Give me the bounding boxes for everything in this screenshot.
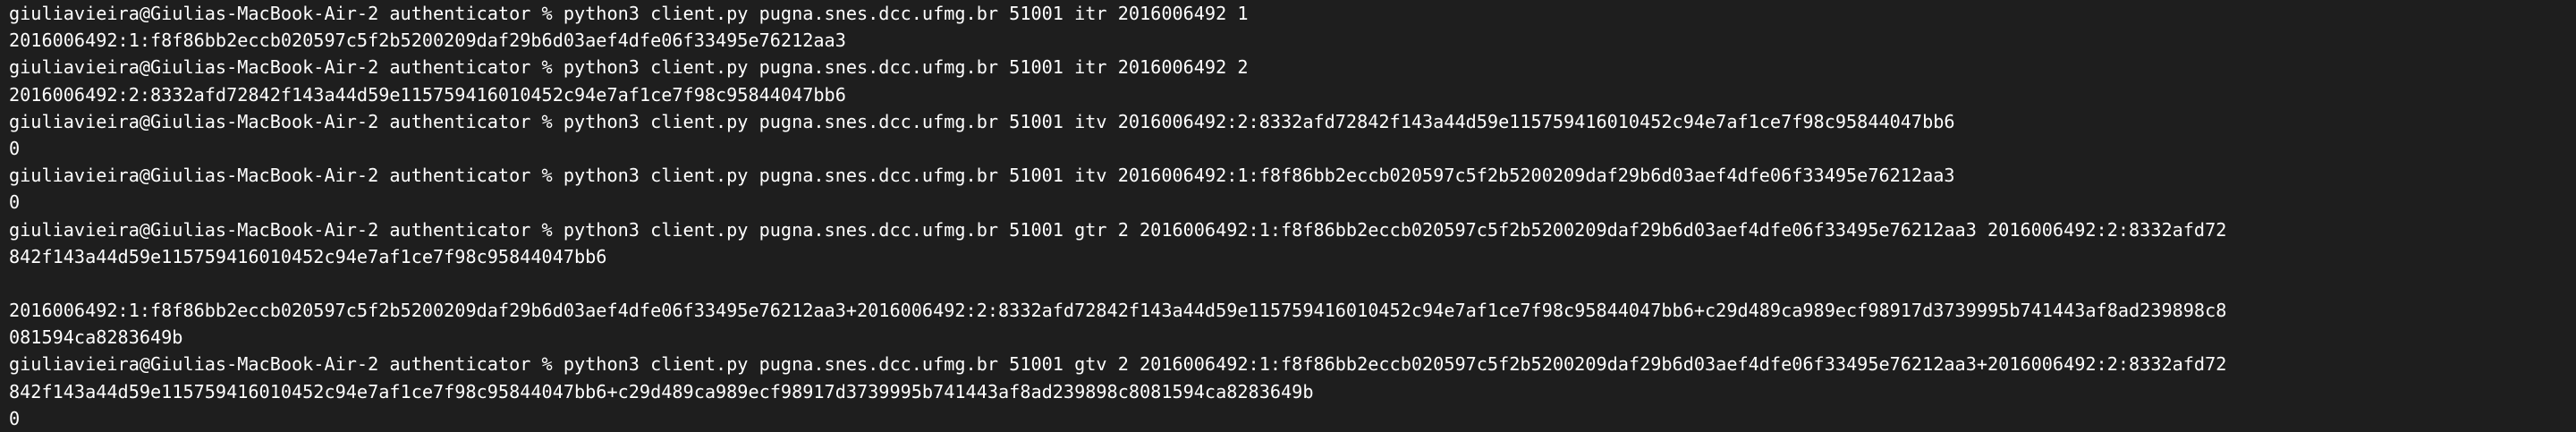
- terminal-line: 0: [9, 405, 2576, 432]
- terminal-line: 2016006492:1:f8f86bb2eccb020597c5f2b5200…: [9, 27, 2576, 54]
- command-line: giuliavieira@Giulias-MacBook-Air-2 authe…: [9, 110, 1955, 132]
- terminal-line: giuliavieira@Giulias-MacBook-Air-2 authe…: [9, 216, 2576, 243]
- command-line: giuliavieira@Giulias-MacBook-Air-2 authe…: [9, 3, 1249, 24]
- terminal-line: 0: [9, 135, 2576, 162]
- command-line: giuliavieira@Giulias-MacBook-Air-2 authe…: [9, 56, 1249, 79]
- terminal-line: 842f143a44d59e115759416010452c94e7af1ce7…: [9, 378, 2576, 405]
- terminal-window[interactable]: giuliavieira@Giulias-MacBook-Air-2 authe…: [0, 0, 2576, 429]
- output-line: 0: [9, 137, 21, 159]
- command-line: giuliavieira@Giulias-MacBook-Air-2 authe…: [9, 165, 1955, 187]
- terminal-line: 2016006492:2:8332afd72842f143a44d59e1157…: [9, 81, 2576, 108]
- output-line: 0: [9, 191, 21, 214]
- terminal-line: 2016006492:1:f8f86bb2eccb020597c5f2b5200…: [9, 297, 2576, 324]
- command-line: giuliavieira@Giulias-MacBook-Air-2 authe…: [9, 353, 2227, 376]
- output-line: 2016006492:1:f8f86bb2eccb020597c5f2b5200…: [9, 300, 2227, 322]
- terminal-line: 842f143a44d59e115759416010452c94e7af1ce7…: [9, 243, 2576, 270]
- output-line: 081594ca8283649b: [9, 326, 183, 349]
- terminal-line: giuliavieira@Giulias-MacBook-Air-2 authe…: [9, 108, 2576, 135]
- terminal-line: giuliavieira@Giulias-MacBook-Air-2 authe…: [9, 54, 2576, 80]
- output-line: 0: [9, 407, 21, 429]
- terminal-line: 081594ca8283649b: [9, 324, 2576, 351]
- output-line: 2016006492:2:8332afd72842f143a44d59e1157…: [9, 83, 846, 106]
- command-line: giuliavieira@Giulias-MacBook-Air-2 authe…: [9, 218, 2227, 241]
- terminal-line: giuliavieira@Giulias-MacBook-Air-2 authe…: [9, 0, 2576, 27]
- terminal-line: giuliavieira@Giulias-MacBook-Air-2 authe…: [9, 162, 2576, 189]
- terminal-line: giuliavieira@Giulias-MacBook-Air-2 authe…: [9, 351, 2576, 377]
- output-line: 842f143a44d59e115759416010452c94e7af1ce7…: [9, 380, 1314, 402]
- output-line: 2016006492:1:f8f86bb2eccb020597c5f2b5200…: [9, 30, 846, 52]
- terminal-line: 0: [9, 189, 2576, 216]
- output-line: 842f143a44d59e115759416010452c94e7af1ce7…: [9, 245, 607, 267]
